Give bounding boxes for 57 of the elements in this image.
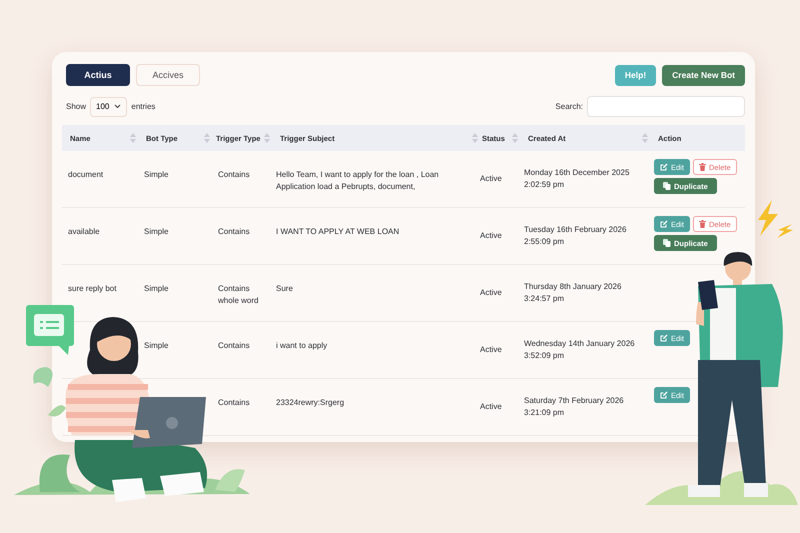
entries-label: entries bbox=[131, 102, 156, 111]
edit-icon bbox=[660, 391, 668, 399]
time-text: 2:02:59 pm bbox=[524, 179, 566, 191]
table-cell: Sure bbox=[276, 284, 293, 293]
date-text: Monday 16th December 2025 bbox=[524, 167, 630, 179]
chevron-icon bbox=[114, 104, 122, 109]
time-text: 2:55:09 pm bbox=[524, 236, 566, 248]
table-cell: document bbox=[68, 170, 104, 179]
table-cell: Hello Team, I want to apply for the loan , Loan Application load a Pebrupts, document, bbox=[276, 170, 439, 191]
search-field[interactable] bbox=[587, 96, 745, 117]
table-cell: Simple bbox=[144, 341, 168, 350]
lightning-icon bbox=[758, 200, 793, 238]
status-text: Active bbox=[480, 401, 502, 413]
tab[interactable]: Actius bbox=[66, 64, 130, 86]
status-text: Active bbox=[480, 230, 502, 242]
sort-icon[interactable] bbox=[472, 133, 478, 143]
table-cell: sure reply bot bbox=[68, 284, 116, 293]
edit-icon bbox=[660, 220, 668, 228]
chat-icon bbox=[26, 305, 74, 355]
copy-icon bbox=[663, 239, 671, 247]
date-text: Saturday 7th February 2026 bbox=[524, 395, 625, 407]
sort-icon[interactable] bbox=[204, 133, 210, 143]
trash-icon bbox=[698, 220, 706, 228]
sort-icon[interactable] bbox=[642, 133, 648, 143]
status-text: Active bbox=[480, 173, 502, 185]
entries-select[interactable]: 100 bbox=[90, 96, 128, 116]
sort-icon[interactable] bbox=[512, 133, 518, 143]
search-label: Search: bbox=[555, 102, 583, 111]
date-text: Tuesday 16th February 2026 bbox=[524, 224, 628, 236]
table-cell: Contains bbox=[218, 398, 250, 407]
time-text: 3:24:57 pm bbox=[524, 293, 566, 305]
date-text: Thursday 8th January 2026 bbox=[524, 281, 622, 293]
edit-icon bbox=[660, 334, 668, 342]
table-cell: I WANT TO APPLY AT WEB LOAN bbox=[276, 227, 400, 236]
sort-icon[interactable] bbox=[130, 133, 136, 143]
table-cell: 23324rewry:Srgerg bbox=[276, 398, 344, 407]
table-cell: Simple bbox=[144, 170, 168, 179]
show-label: Show bbox=[66, 102, 86, 111]
time-text: 3:52:09 pm bbox=[524, 350, 566, 362]
table-cell: Contains whole word bbox=[218, 284, 258, 305]
table-cell: i want to apply bbox=[276, 341, 328, 350]
table-cell: Contains bbox=[218, 170, 250, 179]
table-cell: Contains bbox=[218, 341, 250, 350]
table-cell: Simple bbox=[144, 227, 168, 236]
trash-icon bbox=[698, 163, 706, 171]
create-bot-button[interactable]: Create New Bot bbox=[662, 64, 745, 86]
status-text: Active bbox=[480, 287, 502, 299]
time-text: 3:21:09 pm bbox=[524, 407, 566, 419]
table-cell: Contains bbox=[218, 227, 250, 236]
date-text: Wednesday 14th January 2026 bbox=[524, 338, 636, 350]
table-cell: Simple bbox=[144, 284, 168, 293]
status-text: Active bbox=[480, 344, 502, 356]
sort-icon[interactable] bbox=[264, 133, 270, 143]
edit-icon bbox=[660, 163, 668, 171]
table-cell: available bbox=[68, 227, 100, 236]
tab[interactable]: Accives bbox=[136, 64, 200, 86]
copy-icon bbox=[663, 182, 671, 190]
